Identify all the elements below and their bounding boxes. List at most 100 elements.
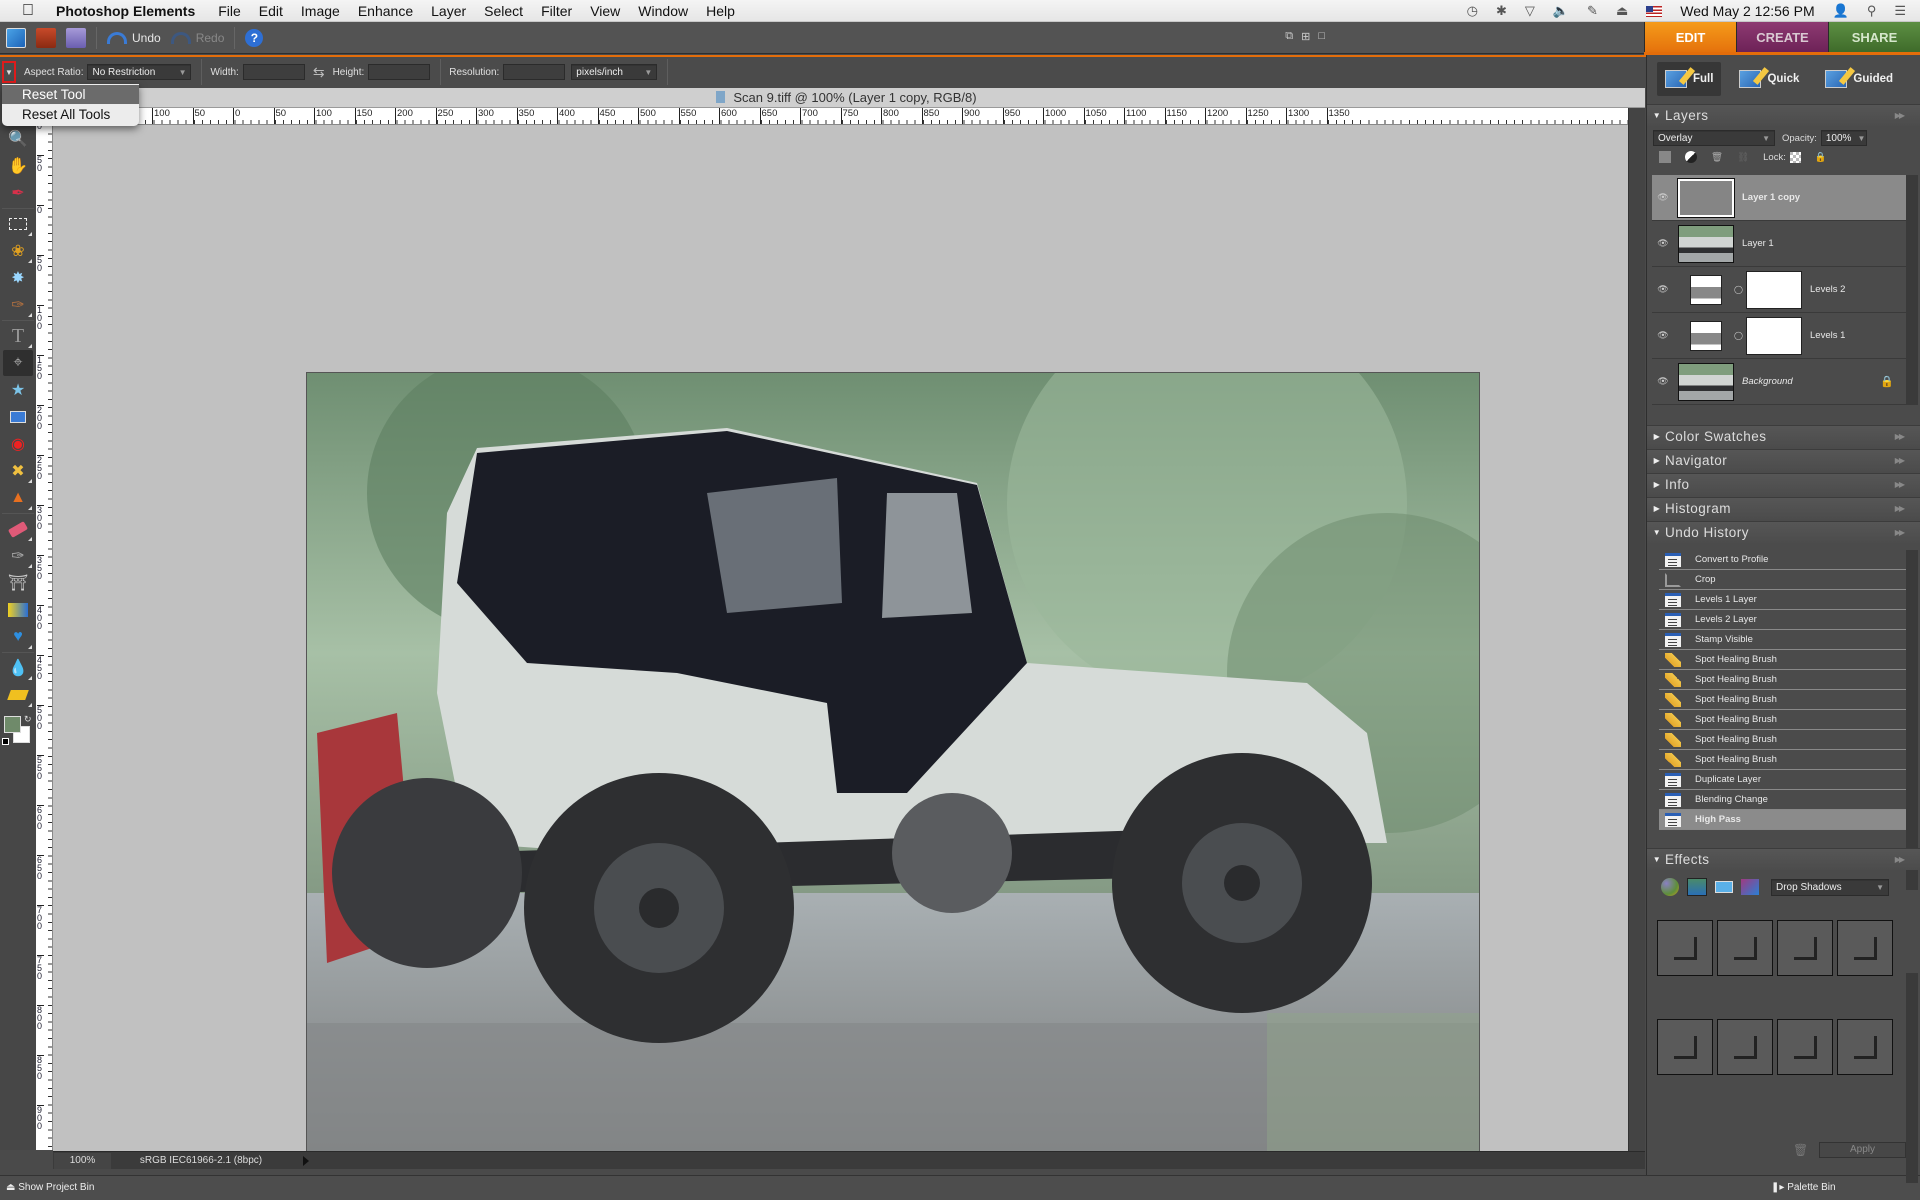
cascade-windows-icon[interactable]: ⧉ — [1285, 30, 1293, 43]
zoom-level[interactable]: 100% — [54, 1152, 111, 1169]
clone-stamp-tool[interactable]: ▲ — [3, 485, 33, 511]
menu-edit[interactable]: Edit — [259, 3, 283, 19]
mode-guided[interactable]: Guided — [1817, 62, 1901, 96]
history-item[interactable]: Stamp Visible — [1659, 630, 1906, 650]
layer-styles-icon[interactable] — [1687, 878, 1707, 896]
app-name-menu[interactable]: Photoshop Elements — [56, 3, 195, 19]
save-icon[interactable] — [66, 28, 86, 48]
drop-shadow-thumb[interactable] — [1657, 1018, 1713, 1075]
red-eye-tool[interactable]: ◉ — [3, 431, 33, 457]
foreground-color[interactable] — [4, 716, 21, 733]
mask-link-icon[interactable]: ◯ — [1734, 285, 1743, 294]
blend-mode-select[interactable]: Overlay ▼ — [1653, 130, 1775, 146]
eyedropper-tool[interactable]: ✒ — [3, 180, 33, 206]
layer-row[interactable]: 👁 Layer 1 — [1652, 221, 1906, 267]
effects-scrollbar[interactable] — [1906, 973, 1918, 1183]
user-icon[interactable]: 👤 — [1833, 3, 1849, 19]
panel-menu-icon[interactable]: ▶▶ — [1895, 504, 1905, 513]
gradient-tool[interactable] — [3, 597, 33, 623]
marquee-tool[interactable] — [3, 211, 33, 237]
hand-tool[interactable]: ✋ — [3, 153, 33, 179]
vertical-ruler[interactable]: 1005005010015020025030035040045050055060… — [36, 125, 53, 1150]
horizontal-ruler[interactable]: 100 50 0 50 100 150 200 250 300 350 400 450 500 550 60… — [48, 108, 1628, 125]
menu-filter[interactable]: Filter — [541, 3, 572, 19]
new-layer-icon[interactable] — [1659, 151, 1671, 163]
menu-item-reset-tool[interactable]: Reset Tool — [2, 85, 139, 104]
spotlight-search-icon[interactable]: ⚲ — [1867, 3, 1877, 19]
history-item[interactable]: Convert to Profile — [1659, 550, 1906, 570]
opacity-input[interactable]: 100% ▼ — [1820, 130, 1867, 146]
visibility-eye-icon[interactable]: 👁 — [1656, 238, 1670, 249]
type-tool[interactable]: T — [3, 323, 33, 349]
zoom-tool[interactable]: 🔍 — [3, 126, 33, 152]
undo-button[interactable]: Undo — [107, 31, 161, 45]
blur-tool[interactable]: 💧 — [3, 655, 33, 681]
mode-quick[interactable]: Quick — [1731, 62, 1807, 96]
help-button[interactable]: ? — [245, 29, 264, 47]
volume-icon[interactable]: 🔈 — [1553, 3, 1569, 19]
tool-preset-dropdown[interactable]: ▼ — [2, 61, 16, 83]
menu-image[interactable]: Image — [301, 3, 340, 19]
history-item[interactable]: Crop — [1659, 570, 1906, 590]
paint-bucket-tool[interactable]: ⛩ — [3, 570, 33, 596]
straighten-tool[interactable] — [3, 404, 33, 430]
menu-help[interactable]: Help — [706, 3, 735, 19]
notification-center-icon[interactable]: ☰ — [1894, 3, 1906, 19]
link-icon[interactable]: ⛓ — [1737, 152, 1749, 163]
adjustment-layer-icon[interactable] — [1685, 151, 1697, 163]
lock-transparency-icon[interactable] — [1789, 151, 1801, 163]
visibility-eye-icon[interactable]: 👁 — [1656, 376, 1670, 387]
palette-bin-button[interactable]: ❚▸ Palette Bin — [1771, 1182, 1836, 1193]
trash-icon[interactable]: 🗑 — [1711, 152, 1723, 163]
swap-dimensions-icon[interactable]: ⇆ — [313, 64, 325, 81]
history-item[interactable]: Levels 2 Layer — [1659, 610, 1906, 630]
menu-enhance[interactable]: Enhance — [358, 3, 413, 19]
history-scrollbar[interactable] — [1906, 550, 1918, 890]
tab-share[interactable]: SHARE — [1828, 22, 1920, 52]
shape-tool[interactable]: ♥ — [3, 624, 33, 650]
panel-menu-icon[interactable]: ▶▶ — [1895, 480, 1905, 489]
show-project-bin-button[interactable]: ⏏ Show Project Bin — [6, 1182, 94, 1193]
magic-wand-tool[interactable]: ✸ — [3, 265, 33, 291]
width-input[interactable] — [242, 64, 305, 80]
menu-select[interactable]: Select — [484, 3, 523, 19]
swap-colors-icon[interactable]: ↻ — [24, 714, 32, 725]
histogram-panel-header[interactable]: ▶ Histogram ▶▶ — [1647, 497, 1920, 519]
tab-create[interactable]: CREATE — [1736, 22, 1828, 52]
drop-shadow-thumb[interactable] — [1657, 920, 1713, 976]
info-panel-header[interactable]: ▶ Info ▶▶ — [1647, 473, 1920, 495]
eject-icon[interactable]: ⏏ — [1616, 3, 1628, 19]
tile-windows-icon[interactable]: ⊞ — [1301, 30, 1310, 43]
layers-panel-header[interactable]: ▼ Layers ▶▶ — [1647, 104, 1920, 126]
history-item[interactable]: Spot Healing Brush — [1659, 730, 1906, 750]
visibility-eye-icon[interactable]: 👁 — [1656, 284, 1670, 295]
aspect-ratio-select[interactable]: No Restriction ▼ — [87, 64, 192, 80]
vertical-scrollbar[interactable] — [1628, 108, 1645, 1152]
history-item[interactable]: Spot Healing Brush — [1659, 750, 1906, 770]
layer-row[interactable]: 👁 Layer 1 copy — [1652, 175, 1906, 221]
drop-shadow-thumb[interactable] — [1777, 920, 1833, 976]
sponge-tool[interactable] — [3, 682, 33, 708]
resolution-input[interactable] — [503, 64, 566, 80]
new-file-icon[interactable] — [6, 28, 26, 48]
visibility-eye-icon[interactable]: 👁 — [1656, 330, 1670, 341]
pen-icon[interactable]: ✎ — [1587, 3, 1598, 19]
eraser-tool[interactable] — [3, 516, 33, 542]
history-item[interactable]: High Pass — [1659, 810, 1906, 830]
crop-tool[interactable]: ⌖ — [3, 350, 33, 376]
apple-icon[interactable]:  — [22, 2, 38, 19]
layer-row[interactable]: 👁 Background 🔒 — [1652, 359, 1906, 405]
time-machine-icon[interactable]: ◷ — [1467, 3, 1478, 19]
bluetooth-icon[interactable]: ✱ — [1496, 3, 1507, 19]
layer-row[interactable]: 👁 ◯ Levels 1 — [1652, 313, 1906, 359]
visibility-eye-icon[interactable]: 👁 — [1656, 192, 1670, 203]
panel-menu-icon[interactable]: ▶▶ — [1895, 528, 1905, 537]
panel-menu-icon[interactable]: ▶▶ — [1895, 456, 1905, 465]
history-item[interactable]: Blending Change — [1659, 790, 1906, 810]
cookie-cutter-tool[interactable]: ★ — [3, 377, 33, 403]
filters-fx-icon[interactable] — [1741, 879, 1759, 895]
history-item[interactable]: Spot Healing Brush — [1659, 670, 1906, 690]
photo-effects-icon[interactable] — [1715, 881, 1733, 893]
panel-menu-icon[interactable]: ▶▶ — [1895, 432, 1905, 441]
tab-edit[interactable]: EDIT — [1644, 22, 1736, 52]
